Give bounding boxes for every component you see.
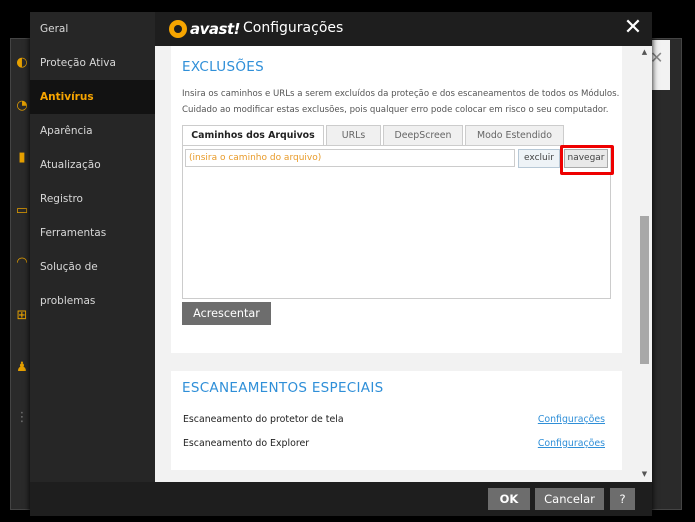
help-button[interactable]: ? xyxy=(610,488,635,510)
cancel-button[interactable]: Cancelar xyxy=(535,488,604,510)
special-scans-title: ESCANEAMENTOS ESPECIAIS xyxy=(182,380,384,396)
exclusions-panel: EXCLUSÕES Insira os caminhos e URLs a se… xyxy=(171,46,622,353)
explorer-scan-label: Escaneamento do Explorer xyxy=(183,438,310,449)
sidebar-item-ferramentas[interactable]: Ferramentas xyxy=(30,216,155,250)
exclusions-tabs: Caminhos dos Arquivos URLs DeepScreen Mo… xyxy=(182,125,566,146)
sync-icon: ◠ xyxy=(16,255,28,270)
sidebar-item-aparencia[interactable]: Aparência xyxy=(30,114,155,148)
sidebar-item-solucao-de-problemas[interactable]: Solução de problemas xyxy=(30,250,155,307)
screensaver-scan-label: Escaneamento do protetor de tela xyxy=(183,414,344,425)
lock-icon: ▮ xyxy=(18,150,26,165)
scrollbar-thumb[interactable] xyxy=(640,216,649,364)
avast-logo: avast! xyxy=(169,18,240,40)
tab-urls[interactable]: URLs xyxy=(326,125,381,145)
browse-button-highlight xyxy=(560,145,614,175)
special-scans-panel: ESCANEAMENTOS ESPECIAIS Escaneamento do … xyxy=(171,371,622,470)
file-path-input[interactable]: (insira o caminho do arquivo) xyxy=(185,149,515,167)
close-icon[interactable]: ✕ xyxy=(620,14,646,42)
settings-sidebar: Geral Proteção Ativa Antivírus Aparência… xyxy=(30,12,155,482)
screensaver-scan-settings-link[interactable]: Configurações xyxy=(538,414,605,425)
sidebar-item-geral[interactable]: Geral xyxy=(30,12,155,46)
logo-text: avast! xyxy=(190,20,240,38)
tab-caminhos-dos-arquivos[interactable]: Caminhos dos Arquivos xyxy=(182,125,324,146)
tab-modo-estendido[interactable]: Modo Estendido xyxy=(465,125,564,145)
explorer-scan-settings-link[interactable]: Configurações xyxy=(538,438,605,449)
shield-icon: ◐ xyxy=(16,55,28,70)
list-item: Escaneamento do protetor de tela Configu… xyxy=(183,414,608,425)
dialog-header: avast! Configurações ✕ xyxy=(155,12,652,46)
dialog-footer: OK Cancelar ? xyxy=(155,482,652,516)
delete-button[interactable]: excluir xyxy=(518,149,560,168)
dialog-title: Configurações xyxy=(243,20,344,36)
settings-dialog: Geral Proteção Ativa Antivírus Aparência… xyxy=(30,12,652,516)
exclusions-title: EXCLUSÕES xyxy=(182,59,264,75)
scroll-down-icon[interactable]: ▼ xyxy=(640,470,649,480)
ok-button[interactable]: OK xyxy=(488,488,530,510)
exclusions-description-line1: Insira os caminhos e URLs a serem excluí… xyxy=(182,89,620,99)
dots-icon: ⋮ xyxy=(15,410,29,425)
avast-logo-icon xyxy=(169,20,187,38)
list-item: Escaneamento do Explorer Configurações xyxy=(183,438,608,449)
sidebar-item-registro[interactable]: Registro xyxy=(30,182,155,216)
gear-icon: ◔ xyxy=(16,98,28,113)
sidebar-item-protecao-ativa[interactable]: Proteção Ativa xyxy=(30,46,155,80)
wrench-icon: ⊞ xyxy=(16,308,28,323)
scroll-up-icon[interactable]: ▲ xyxy=(640,48,649,58)
file-paths-list: (insira o caminho do arquivo) excluir na… xyxy=(182,145,614,299)
person-icon: ♟ xyxy=(16,360,28,375)
box-icon: ▭ xyxy=(15,203,29,218)
exclusions-description-line2: Cuidado ao modificar estas exclusões, po… xyxy=(182,105,609,115)
settings-content: EXCLUSÕES Insira os caminhos e URLs a se… xyxy=(155,46,637,482)
background-close-icon: ✕ xyxy=(650,48,664,67)
sidebar-item-atualizacao[interactable]: Atualização xyxy=(30,148,155,182)
add-button[interactable]: Acrescentar xyxy=(182,302,271,325)
sidebar-item-antivirus[interactable]: Antivírus xyxy=(30,80,155,114)
tab-deepscreen[interactable]: DeepScreen xyxy=(383,125,463,145)
vertical-scrollbar[interactable]: ▲ ▼ xyxy=(637,46,652,482)
